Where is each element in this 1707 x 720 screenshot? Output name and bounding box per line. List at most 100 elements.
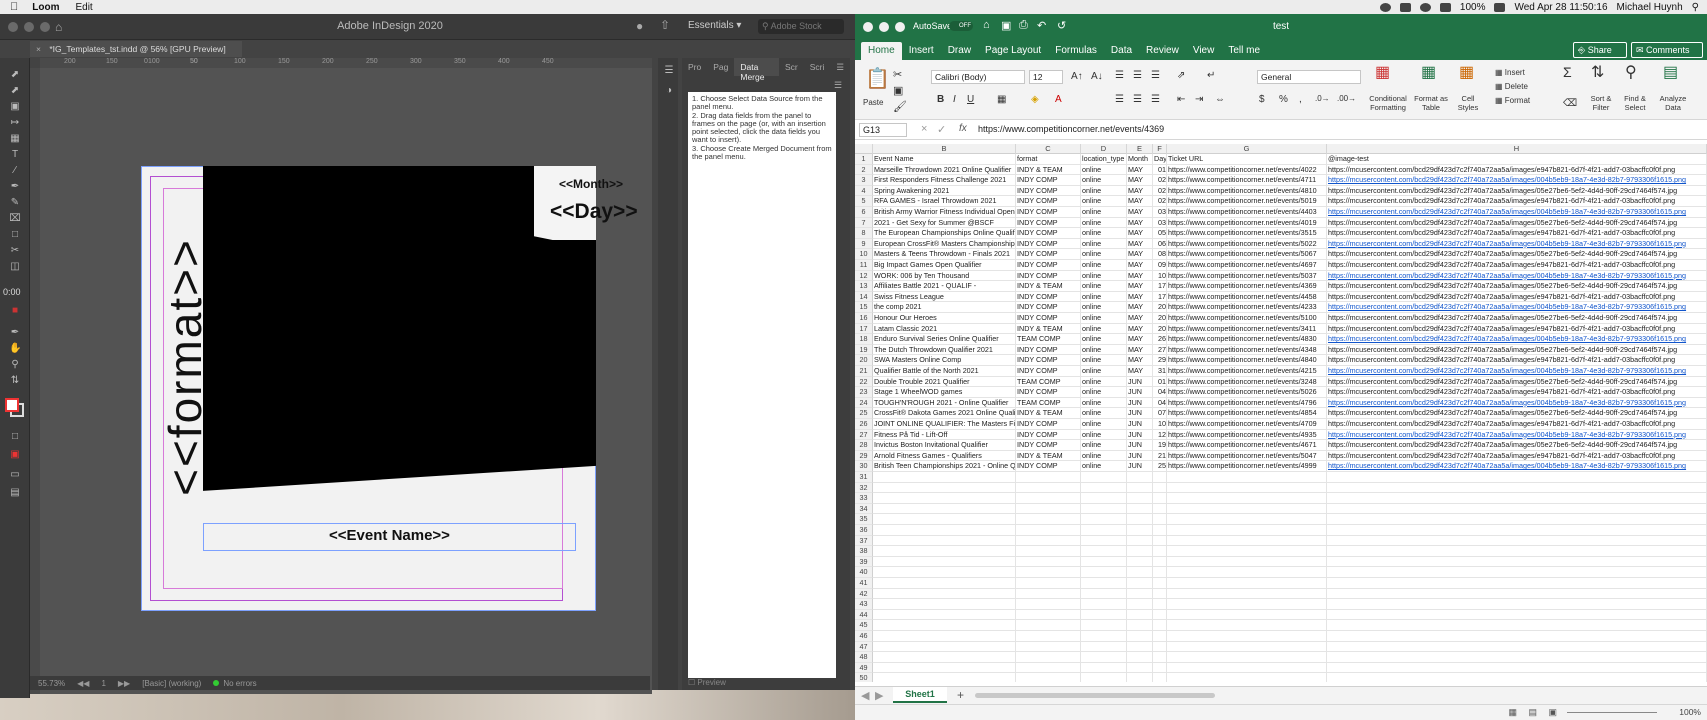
scissors-tool-icon[interactable]: ✂: [9, 246, 21, 256]
wifi-icon[interactable]: [1439, 2, 1451, 12]
cell[interactable]: [873, 525, 1016, 536]
cell[interactable]: [873, 493, 1016, 504]
cell[interactable]: https://www.competitioncorner.net/events…: [1167, 185, 1327, 197]
cell[interactable]: 26: [1153, 334, 1167, 345]
wrap-text-icon[interactable]: ↵: [1207, 70, 1215, 81]
cell[interactable]: MAY: [1127, 281, 1153, 292]
cell[interactable]: [1167, 673, 1327, 682]
add-sheet-icon[interactable]: +: [957, 688, 964, 702]
align-center-icon[interactable]: ☰: [1133, 94, 1142, 105]
row-number[interactable]: 36: [855, 525, 873, 536]
cell[interactable]: [873, 503, 1016, 515]
cell[interactable]: [873, 472, 1016, 483]
row-number[interactable]: 29: [855, 450, 873, 462]
row-number[interactable]: 48: [855, 652, 873, 663]
cell[interactable]: 03: [1153, 207, 1167, 218]
cell[interactable]: 21: [1153, 450, 1167, 462]
cell[interactable]: [1127, 652, 1153, 663]
cell[interactable]: 05: [1153, 228, 1167, 239]
row-number[interactable]: 8: [855, 228, 873, 239]
cell[interactable]: [1081, 609, 1127, 621]
cell[interactable]: [873, 609, 1016, 621]
cell[interactable]: [1327, 546, 1707, 557]
zoom-level[interactable]: 100%: [1679, 707, 1701, 717]
cell[interactable]: INDY COMP: [1016, 461, 1081, 472]
cell[interactable]: [1153, 662, 1167, 674]
horizontal-scrollbar[interactable]: [975, 693, 1215, 698]
cell[interactable]: 29: [1153, 355, 1167, 366]
cell[interactable]: INDY COMP: [1016, 260, 1081, 271]
cell[interactable]: https://www.competitioncorner.net/events…: [1167, 260, 1327, 271]
row-number[interactable]: 28: [855, 440, 873, 451]
cell[interactable]: [1127, 546, 1153, 557]
prev-sheet-icon[interactable]: ◀: [861, 689, 869, 702]
cell[interactable]: MAY: [1127, 260, 1153, 271]
tab-properties[interactable]: Pro: [682, 58, 707, 76]
cell[interactable]: https://mcusercontent.com/bcd29df423d7c2…: [1327, 217, 1707, 229]
cell[interactable]: INDY COMP: [1016, 217, 1081, 229]
cell[interactable]: 10: [1153, 419, 1167, 430]
cell[interactable]: [1327, 641, 1707, 653]
cell[interactable]: JUN: [1127, 397, 1153, 409]
cell[interactable]: INDY COMP: [1016, 366, 1081, 377]
cell[interactable]: [873, 662, 1016, 674]
tab-scripts[interactable]: Scr: [779, 58, 804, 76]
cell[interactable]: MAY: [1127, 334, 1153, 345]
cell[interactable]: 02: [1153, 196, 1167, 207]
adobe-stock-search[interactable]: ⚲ Adobe Stock: [758, 19, 844, 34]
cut-icon[interactable]: ✂: [893, 68, 902, 81]
cell[interactable]: [1127, 482, 1153, 494]
row-number[interactable]: 23: [855, 387, 873, 398]
cell[interactable]: MAY: [1127, 366, 1153, 377]
cell[interactable]: [1167, 662, 1327, 674]
tab-script-label[interactable]: Scri: [804, 58, 831, 76]
cell[interactable]: 04: [1153, 387, 1167, 398]
cell[interactable]: INDY COMP: [1016, 355, 1081, 366]
row-number[interactable]: 35: [855, 514, 873, 525]
cell[interactable]: INDY & TEAM: [1016, 281, 1081, 292]
italic-icon[interactable]: I: [953, 94, 956, 105]
page-layout-view-icon[interactable]: ▤: [1528, 707, 1537, 718]
cell[interactable]: https://www.competitioncorner.net/events…: [1167, 238, 1327, 250]
cell[interactable]: MAY: [1127, 238, 1153, 250]
cell[interactable]: [1127, 525, 1153, 536]
cloud-tray-icon[interactable]: [1419, 2, 1431, 12]
cell[interactable]: JUN: [1127, 408, 1153, 419]
row-number[interactable]: 10: [855, 249, 873, 260]
cell[interactable]: INDY & TEAM: [1016, 408, 1081, 419]
cell[interactable]: [1153, 535, 1167, 547]
cell[interactable]: 12: [1153, 429, 1167, 441]
row-number[interactable]: 27: [855, 429, 873, 441]
cell[interactable]: 25: [1153, 461, 1167, 472]
cell[interactable]: https://mcusercontent.com/bcd29df423d7c2…: [1327, 270, 1707, 282]
cell[interactable]: https://www.competitioncorner.net/events…: [1167, 249, 1327, 260]
cell[interactable]: online: [1081, 313, 1127, 324]
event-name-placeholder[interactable]: <<Event Name>>: [203, 527, 576, 544]
row-number[interactable]: 50: [855, 673, 873, 682]
cell[interactable]: Marseille Throwdown 2021 Online Qualifie…: [873, 164, 1016, 176]
share-icon[interactable]: ⇧: [660, 18, 670, 32]
cell[interactable]: [1327, 662, 1707, 674]
cell[interactable]: https://mcusercontent.com/bcd29df423d7c2…: [1327, 408, 1707, 419]
column-header-g[interactable]: G: [1167, 144, 1327, 154]
cell[interactable]: TOUGH'N'ROUGH 2021 - Online Qualifier: [873, 397, 1016, 409]
cell[interactable]: https://mcusercontent.com/bcd29df423d7c2…: [1327, 440, 1707, 451]
cell[interactable]: [1153, 599, 1167, 610]
cell[interactable]: INDY COMP: [1016, 387, 1081, 398]
cell[interactable]: [1016, 673, 1081, 682]
cell[interactable]: JUN: [1127, 419, 1153, 430]
cell[interactable]: [1327, 631, 1707, 642]
cell[interactable]: https://mcusercontent.com/bcd29df423d7c2…: [1327, 228, 1707, 239]
cell[interactable]: [873, 652, 1016, 663]
cell[interactable]: MAY: [1127, 270, 1153, 282]
cell[interactable]: INDY COMP: [1016, 228, 1081, 239]
cell[interactable]: https://mcusercontent.com/bcd29df423d7c2…: [1327, 196, 1707, 207]
row-number[interactable]: 4: [855, 185, 873, 197]
cell[interactable]: [1081, 514, 1127, 525]
pen-tool-icon[interactable]: ✒: [9, 182, 21, 192]
first-page-icon[interactable]: ◀◀: [77, 679, 89, 688]
cell[interactable]: Honour Our Heroes: [873, 313, 1016, 324]
cell[interactable]: [1153, 514, 1167, 525]
cell[interactable]: [1081, 599, 1127, 610]
cell[interactable]: https://mcusercontent.com/bcd29df423d7c2…: [1327, 249, 1707, 260]
